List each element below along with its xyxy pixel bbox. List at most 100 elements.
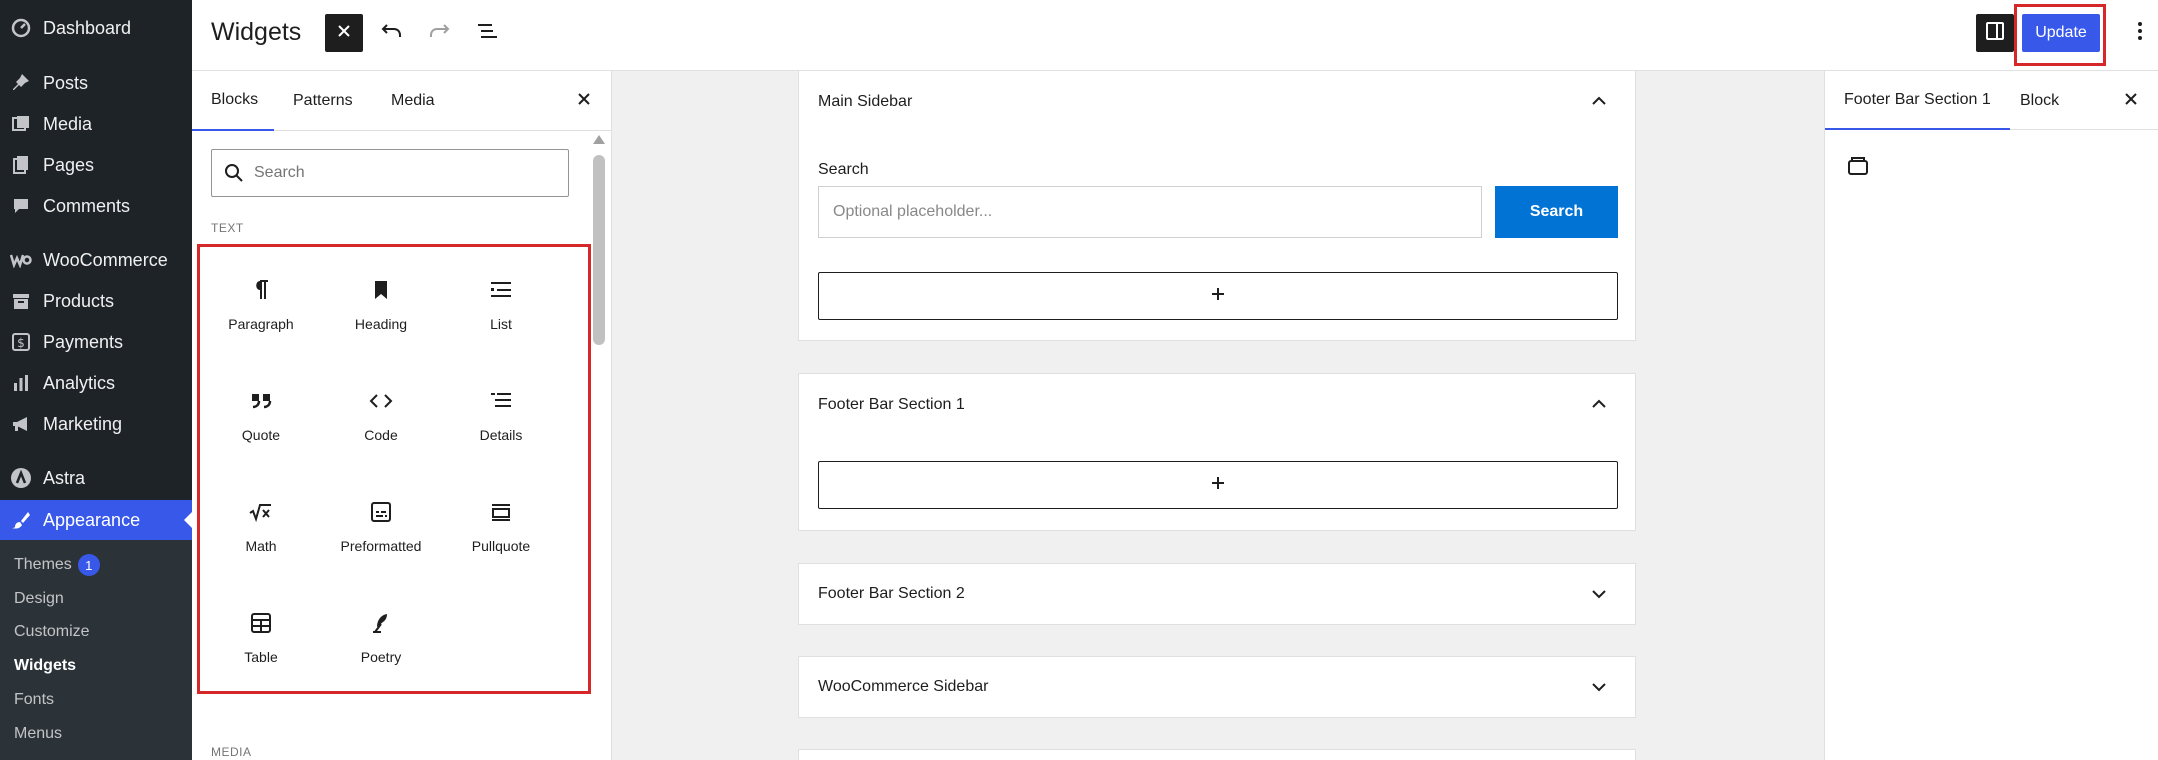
collapse-button[interactable] [1589,394,1609,414]
block-label: List [490,316,512,332]
settings-toggle-button[interactable] [1976,14,2014,52]
menu-label: Comments [43,195,131,216]
block-poetry[interactable]: Poetry [321,577,441,685]
expand-button[interactable] [1589,585,1609,605]
menu-item-astra[interactable]: Astra [0,458,192,498]
category-label-text: TEXT [211,221,244,235]
widget-area-main-sidebar: Main Sidebar Search Search [798,71,1636,341]
close-settings-button[interactable] [2119,89,2143,113]
widget-area-title[interactable]: Footer Bar Section 1 [818,396,965,414]
submenu-item-menus[interactable]: Menus [14,722,62,746]
pullquote-icon [489,500,513,524]
add-block-button[interactable] [818,272,1618,320]
block-search-input[interactable] [254,164,554,182]
search-widget-input[interactable] [818,186,1482,238]
text-blocks-grid: Paragraph Heading List Quote Code Detail… [201,244,594,694]
block-label: Table [244,649,278,665]
submenu-label: Design [14,590,64,607]
undo-button[interactable] [373,14,411,52]
chevron-up-icon [1592,395,1606,413]
menu-item-marketing[interactable]: Marketing [0,404,192,444]
block-code[interactable]: Code [321,355,441,463]
block-heading[interactable]: Heading [321,244,441,352]
expand-button[interactable] [1589,678,1609,698]
document-overview-button[interactable] [468,14,506,52]
block-quote[interactable]: Quote [201,355,321,463]
paintbrush-icon [9,508,33,532]
block-paragraph[interactable]: Paragraph [201,244,321,352]
block-details[interactable]: Details [441,355,561,463]
widget-area-woocommerce-sidebar[interactable]: WooCommerce Sidebar [798,656,1636,718]
block-table[interactable]: Table [201,577,321,685]
menu-label: Media [43,113,93,134]
plus-icon [1210,475,1226,496]
block-pullquote[interactable]: Pullquote [441,466,561,574]
menu-item-appearance[interactable]: Appearance [0,500,192,540]
menu-item-posts[interactable]: Posts [0,63,192,103]
block-label: Math [245,538,277,554]
tab-blocks[interactable]: Blocks [192,71,274,131]
widget-area-title[interactable]: Main Sidebar [818,93,912,111]
tab-media[interactable]: Media [372,71,454,131]
menu-item-woocommerce[interactable]: WooCommerce [0,240,192,280]
settings-sidebar: Footer Bar Section 1 Block [1824,71,2158,760]
list-view-icon [476,20,498,47]
category-label-media: MEDIA [211,745,252,759]
update-count-badge: 1 [77,554,100,576]
submenu-item-themes[interactable]: Themes 1 [14,553,100,577]
block-label: Quote [241,427,281,443]
menu-item-media[interactable]: Media [0,104,192,144]
menu-label: Products [43,290,115,311]
tab-block[interactable]: Block [2001,71,2078,130]
submenu-label: Themes [14,556,72,573]
close-inserter-panel-button[interactable] [572,89,596,113]
code-icon [369,389,393,413]
submenu-item-design[interactable]: Design [14,587,64,611]
options-menu-button[interactable] [2128,14,2152,52]
widget-area-footer-bar-section-2[interactable]: Footer Bar Section 2 [798,563,1636,625]
menu-item-comments[interactable]: Comments [0,186,192,226]
scroll-up-arrow-icon[interactable] [593,135,605,144]
block-search-box[interactable] [211,149,569,197]
widget-area-title[interactable]: Footer Bar Section 2 [818,585,965,603]
submenu-item-widgets[interactable]: Widgets [14,654,76,678]
menu-item-analytics[interactable]: Analytics [0,363,192,403]
widget-area-partial[interactable] [798,749,1636,760]
block-preformatted[interactable]: Preformatted [321,466,441,574]
menu-item-payments[interactable]: $ Payments [0,322,192,362]
menu-label: Pages [43,154,95,175]
block-label: Paragraph [228,316,294,332]
tab-widget-area[interactable]: Footer Bar Section 1 [1825,71,2010,130]
widget-area-title[interactable]: WooCommerce Sidebar [818,678,988,696]
megaphone-icon [9,412,33,436]
menu-label: Analytics [43,372,116,393]
submenu-label: Widgets [14,657,77,674]
comment-icon [9,194,33,218]
math-icon [249,500,273,524]
update-button[interactable]: Update [2022,14,2100,52]
submenu-item-fonts[interactable]: Fonts [14,688,54,712]
submenu-label: Menus [14,725,63,742]
tab-patterns[interactable]: Patterns [274,71,372,131]
widget-area-icon [1845,153,1871,179]
menu-item-products[interactable]: Products [0,281,192,321]
collapse-button[interactable] [1589,91,1609,111]
add-block-button[interactable] [818,461,1618,509]
redo-button[interactable] [420,14,458,52]
menu-label: Posts [43,72,89,93]
search-widget-button[interactable]: Search [1495,186,1618,238]
block-math[interactable]: Math [201,466,321,574]
inserter-scrollbar[interactable] [592,135,606,760]
search-icon [224,163,244,183]
block-list[interactable]: List [441,244,561,352]
submenu-item-customize[interactable]: Customize [14,620,90,644]
scrollbar-thumb[interactable] [593,155,605,345]
widget-area-footer-bar-section-1: Footer Bar Section 1 [798,373,1636,531]
quote-icon [249,389,273,413]
menu-item-dashboard[interactable]: Dashboard [0,8,192,48]
close-inserter-button[interactable] [325,14,363,52]
admin-sidebar: Dashboard Posts Media Pages Comments Woo… [0,0,192,760]
menu-item-pages[interactable]: Pages [0,145,192,185]
table-icon [249,611,273,635]
pin-icon [9,71,33,95]
